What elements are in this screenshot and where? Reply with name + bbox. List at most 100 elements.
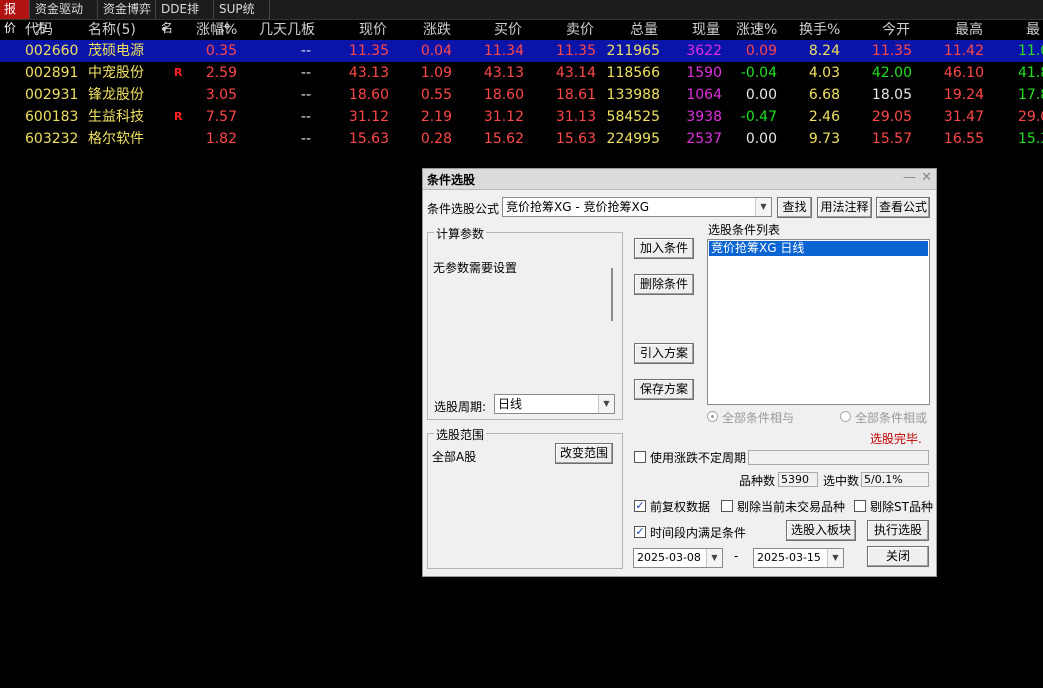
period-satisfy-checkbox[interactable]: ✓ <box>634 526 646 538</box>
cell-bid: 11.34 <box>483 43 524 59</box>
cell-turn: 8.24 <box>808 43 840 59</box>
col-bid[interactable]: 买价 <box>494 20 522 40</box>
date-to-value: 2025-03-15 <box>757 551 821 564</box>
date-from-picker[interactable]: 2025-03-08 ▼ <box>633 548 723 568</box>
cell-low: 15.3 <box>1018 131 1043 147</box>
col-price[interactable]: 现价 <box>359 20 387 40</box>
cell-open: 11.35 <box>871 43 912 59</box>
exclude-st-label[interactable]: 剔除ST品种 <box>870 498 933 515</box>
col-ask[interactable]: 卖价 <box>566 20 594 40</box>
view-formula-button[interactable]: 查看公式 <box>876 197 930 218</box>
cell-ask: 31.13 <box>555 109 596 125</box>
radio-or[interactable] <box>840 411 851 422</box>
radio-and[interactable] <box>707 411 718 422</box>
save-plan-button[interactable]: 保存方案 <box>634 379 694 400</box>
scope-value: 全部A股 <box>432 450 477 464</box>
chevron-down-icon[interactable]: ▼ <box>755 198 771 216</box>
execute-filter-button[interactable]: 执行选股 <box>867 520 929 541</box>
col-name[interactable]: 名称(5) <box>88 20 136 40</box>
chevron-down-icon[interactable]: ▼ <box>598 395 614 413</box>
delete-condition-button[interactable]: 删除条件 <box>634 274 694 295</box>
condition-list[interactable]: 竞价抢筹XG 日线 <box>707 239 930 405</box>
cell-speed: -0.04 <box>740 65 777 81</box>
cell-name: 格尔软件 <box>88 131 144 147</box>
chevron-down-icon[interactable]: ▼ <box>706 549 722 567</box>
exclude-st-checkbox[interactable] <box>854 500 866 512</box>
table-row[interactable]: 600183 生益科技 R 7.57 -- 31.12 2.19 31.12 31.13 5845… <box>0 106 1043 128</box>
col-open[interactable]: 今开 <box>882 20 910 40</box>
cell-speed: -0.47 <box>740 109 777 125</box>
cell-chg: 2.19 <box>420 109 452 125</box>
cell-vol: 224995 <box>606 131 660 147</box>
formula-select[interactable]: 竞价抢筹XG - 竞价抢筹XG ▼ <box>502 197 772 217</box>
cell-high: 19.24 <box>943 87 984 103</box>
col-pct[interactable]: 涨幅% <box>196 20 237 40</box>
chevron-down-icon[interactable]: ▼ <box>827 549 843 567</box>
col-code[interactable]: 代码 <box>25 20 53 40</box>
minimize-icon[interactable]: — <box>903 170 916 185</box>
col-dot[interactable]: • <box>160 20 168 40</box>
search-button[interactable]: 查找 <box>777 197 812 218</box>
close-icon[interactable]: ✕ <box>921 170 932 185</box>
table-row[interactable]: 002891 中宠股份 R 2.59 -- 43.13 1.09 43.13 43.14 1185… <box>0 62 1043 84</box>
col-high[interactable]: 最高 <box>955 20 983 40</box>
exclude-untraded-checkbox[interactable] <box>721 500 733 512</box>
cell-ask: 11.35 <box>555 43 596 59</box>
cell-high: 11.42 <box>943 43 984 59</box>
cell-name: 生益科技 <box>88 109 144 125</box>
uncertain-period-label[interactable]: 使用涨跌不定周期 <box>650 449 746 466</box>
col-low[interactable]: 最 <box>1026 20 1040 40</box>
col-volume[interactable]: 总量 <box>630 20 658 40</box>
adjust-label[interactable]: 前复权数据 <box>650 498 710 515</box>
col-turnover[interactable]: 换手% <box>799 20 840 40</box>
period-select[interactable]: 日线 ▼ <box>494 394 615 414</box>
table-row[interactable]: 002931 锋龙股份 3.05 -- 18.60 0.55 18.60 18.61 13398… <box>0 84 1043 106</box>
col-board[interactable]: 几天几板 <box>259 20 315 40</box>
cell-chg: 1.09 <box>420 65 452 81</box>
adjust-checkbox[interactable]: ✓ <box>634 500 646 512</box>
usage-notes-button[interactable]: 用法注释 <box>817 197 872 218</box>
period-satisfy-label[interactable]: 时间段内满足条件 <box>650 524 746 541</box>
tab-fund-drive[interactable]: 资金驱动力 <box>31 0 98 35</box>
close-button[interactable]: 关闭 <box>867 546 929 567</box>
change-scope-button[interactable]: 改变范围 <box>555 443 613 464</box>
exclude-untraded-label[interactable]: 剔除当前未交易品种 <box>737 498 845 515</box>
cell-turn: 4.03 <box>808 65 840 81</box>
col-speed[interactable]: 涨速% <box>736 20 777 40</box>
radio-or-label[interactable]: 全部条件相或 <box>855 409 927 426</box>
date-to-picker[interactable]: 2025-03-15 ▼ <box>753 548 844 568</box>
cell-cur: 3622 <box>686 43 722 59</box>
dialog-titlebar[interactable]: 条件选股 — ✕ <box>423 169 936 190</box>
params-scrollbar[interactable] <box>611 268 613 321</box>
cell-cur: 2537 <box>686 131 722 147</box>
radio-and-label[interactable]: 全部条件相与 <box>722 409 794 426</box>
uncertain-period-checkbox[interactable] <box>634 451 646 463</box>
tab-quote[interactable]: 报价 <box>0 0 30 35</box>
add-to-block-button[interactable]: 选股入板块 <box>786 520 856 541</box>
cell-turn: 9.73 <box>808 131 840 147</box>
tab-sup-stats[interactable]: SUP统计 <box>215 0 270 35</box>
cell-speed: 0.09 <box>745 43 777 59</box>
table-row[interactable]: 603232 格尔软件 1.82 -- 15.63 0.28 15.62 15.63 22499… <box>0 128 1043 150</box>
tab-fund-game[interactable]: 资金博弈 <box>99 0 156 19</box>
cell-chg: 0.04 <box>420 43 452 59</box>
import-plan-button[interactable]: 引入方案 <box>634 343 694 364</box>
add-condition-button[interactable]: 加入条件 <box>634 238 694 259</box>
selected-label: 选中数 <box>823 474 860 488</box>
cell-price: 18.60 <box>348 87 389 103</box>
cell-badge: R <box>174 66 183 79</box>
period-label: 选股周期: <box>434 400 487 414</box>
cell-pct: 0.35 <box>205 43 237 59</box>
cell-bid: 31.12 <box>483 109 524 125</box>
condition-list-item[interactable]: 竞价抢筹XG 日线 <box>709 241 928 256</box>
cell-code: 002891 <box>25 65 79 81</box>
cell-low: 11.0 <box>1018 43 1043 59</box>
col-chg[interactable]: 涨跌 <box>423 20 451 40</box>
tab-dde-rank[interactable]: DDE排名 <box>157 0 214 35</box>
cell-code: 600183 <box>25 109 79 125</box>
table-row[interactable]: 002660 茂硕电源 0.35 -- 11.35 0.04 11.34 11.35 21196… <box>0 40 1043 62</box>
cell-pct: 7.57 <box>205 109 237 125</box>
cell-price: 11.35 <box>348 43 389 59</box>
col-current[interactable]: 现量 <box>692 20 720 40</box>
cell-board: -- <box>300 131 311 147</box>
